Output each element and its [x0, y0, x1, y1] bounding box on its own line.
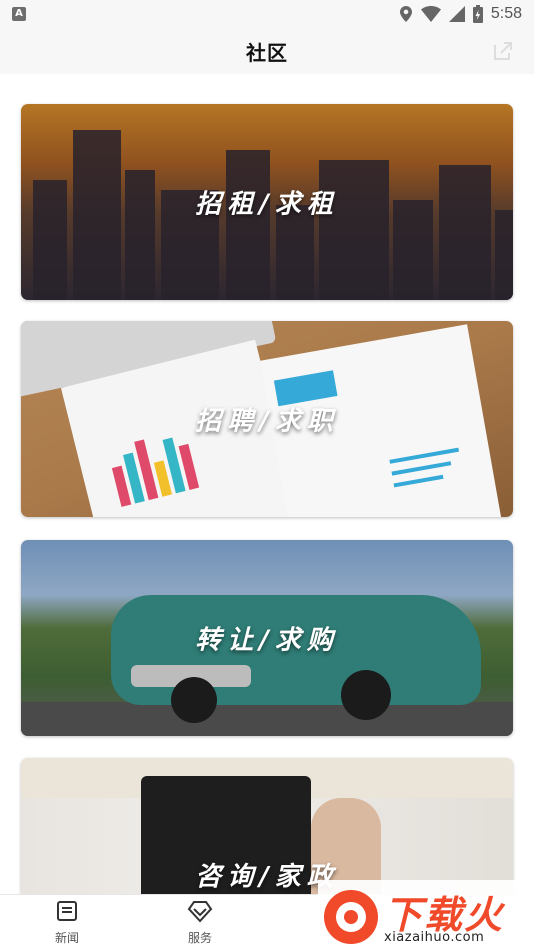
location-icon [399, 6, 412, 22]
card-label: 转让/求购 [195, 625, 339, 656]
building-silhouette [226, 150, 270, 300]
clock: 5:58 [490, 5, 522, 22]
watermark-logo-icon [324, 890, 378, 944]
card-rent[interactable]: 招租/求租 [21, 104, 513, 300]
news-icon [57, 901, 77, 921]
status-bar: A 5:58 [0, 0, 534, 28]
card-jobs[interactable]: 招聘/求职 [21, 321, 513, 517]
card-transfer[interactable]: 转让/求购 [21, 540, 513, 736]
title-bar: 社区 [0, 28, 534, 74]
wifi-icon [420, 6, 441, 22]
card-label: 招租/求租 [195, 189, 339, 220]
watermark: 下载火 xiazaihuo.com [318, 880, 534, 950]
building-silhouette [319, 160, 389, 300]
nav-item-news[interactable]: 新闻 [27, 899, 107, 946]
signal-icon [448, 6, 465, 22]
card-housekeeping[interactable]: 咨询/家政 [21, 758, 513, 898]
heart-diamond-icon [187, 901, 213, 923]
share-icon[interactable] [492, 40, 514, 62]
nav-label: 新闻 [54, 931, 79, 945]
building-silhouette [495, 210, 513, 300]
nav-label: 服务 [187, 931, 212, 945]
notification-icon: A [12, 7, 26, 21]
battery-icon [472, 5, 483, 23]
page-title: 社区 [246, 40, 288, 65]
nav-item-services[interactable]: 服务 [160, 899, 240, 946]
road-image [21, 702, 513, 736]
card-label: 招聘/求职 [195, 406, 339, 437]
watermark-url: xiazaihuo.com [384, 930, 485, 945]
status-icons: 5:58 [399, 5, 522, 23]
